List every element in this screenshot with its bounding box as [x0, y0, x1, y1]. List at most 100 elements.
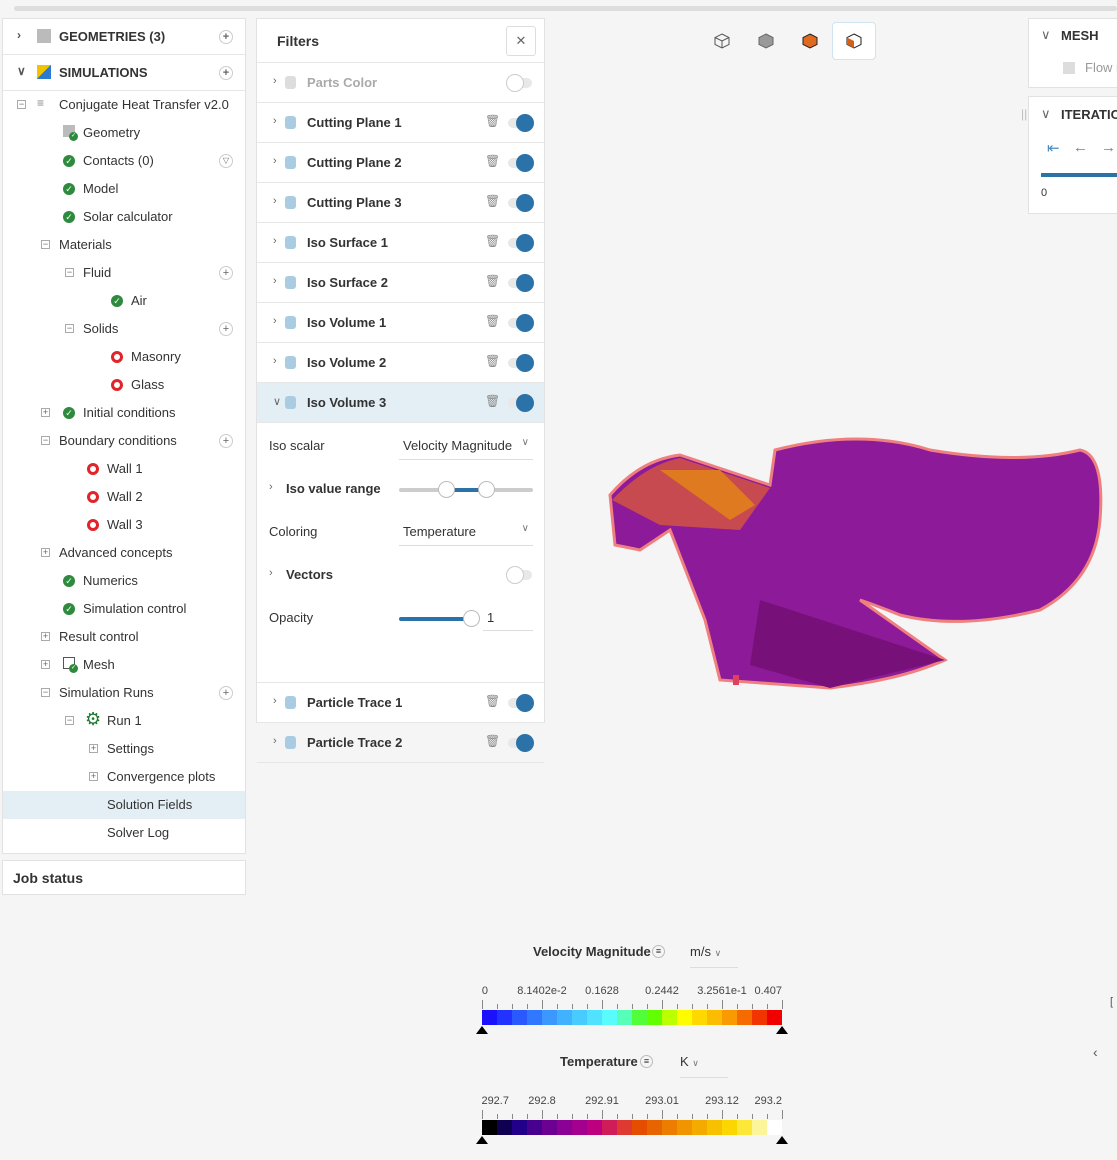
opacity-handle[interactable]	[463, 610, 480, 627]
filter-item[interactable]: › Iso Volume 2 🗑	[257, 343, 544, 383]
tree-item[interactable]: Wall 1	[3, 455, 245, 483]
iso-scalar-select[interactable]: Velocity Magnitude ∨	[399, 430, 533, 460]
collapse-icon[interactable]: −	[41, 688, 50, 697]
visibility-toggle[interactable]	[508, 734, 534, 752]
tree-item[interactable]: + ✓ Initial conditions	[3, 399, 245, 427]
filter-item[interactable]: ∨ Iso Volume 3 🗑	[257, 383, 544, 423]
filter-item[interactable]: › Iso Volume 1 🗑	[257, 303, 544, 343]
chevron-right-icon[interactable]: ›	[17, 28, 21, 42]
expand-icon[interactable]: +	[41, 408, 50, 417]
tree-item[interactable]: Wall 2	[3, 483, 245, 511]
tree-item[interactable]: + Settings	[3, 735, 245, 763]
visibility-toggle[interactable]	[508, 694, 534, 712]
tree-item[interactable]: ✓ Contacts (0) ▽	[3, 147, 245, 175]
filter-item[interactable]: › Parts Color	[257, 63, 544, 103]
filter-item[interactable]: › Particle Trace 2 🗑	[257, 723, 544, 763]
close-icon[interactable]: ✕	[506, 26, 536, 56]
add-simulation-button[interactable]: +	[219, 66, 233, 80]
3d-iso-volume-render[interactable]	[600, 430, 1110, 730]
add-button[interactable]: +	[219, 686, 233, 700]
visibility-toggle[interactable]	[506, 74, 532, 92]
trash-icon[interactable]: 🗑	[485, 394, 500, 408]
coloring-select[interactable]: Temperature ∨	[399, 516, 533, 546]
range-max-handle[interactable]	[478, 481, 496, 498]
chevron-right-icon[interactable]: ›	[269, 567, 273, 579]
trash-icon[interactable]: 🗑	[485, 154, 500, 168]
tree-item[interactable]: − Solids +	[3, 315, 245, 343]
tree-item[interactable]: − Boundary conditions +	[3, 427, 245, 455]
tree-item[interactable]: ✓ Simulation control	[3, 595, 245, 623]
opacity-input[interactable]: 1	[483, 601, 533, 631]
collapse-icon[interactable]: −	[65, 324, 74, 333]
chevron-right-icon[interactable]: ›	[273, 315, 277, 327]
first-iteration-icon[interactable]: ⇤	[1047, 139, 1060, 157]
trash-icon[interactable]: 🗑	[485, 734, 500, 748]
filter-item[interactable]: › Iso Surface 1 🗑	[257, 223, 544, 263]
chevron-right-icon[interactable]: ›	[273, 115, 277, 127]
next-iteration-icon[interactable]: →	[1101, 139, 1116, 156]
filter-item[interactable]: › Iso Surface 2 🗑	[257, 263, 544, 303]
collapse-icon[interactable]: −	[65, 716, 74, 725]
trash-icon[interactable]: 🗑	[485, 314, 500, 328]
min-handle-icon[interactable]	[476, 1026, 488, 1034]
tree-item[interactable]: − Fluid +	[3, 259, 245, 287]
collapse-icon[interactable]: −	[65, 268, 74, 277]
trash-icon[interactable]: 🗑	[485, 194, 500, 208]
collapse-icon[interactable]: −	[41, 240, 50, 249]
iso-value-range-slider[interactable]	[399, 481, 533, 498]
tree-item[interactable]: ✓ Air	[3, 287, 245, 315]
simulations-header[interactable]: ∨ SIMULATIONS +	[3, 55, 245, 91]
visibility-toggle[interactable]	[508, 234, 534, 252]
chevron-right-icon[interactable]: ›	[273, 735, 277, 747]
vectors-toggle[interactable]	[506, 566, 532, 584]
trash-icon[interactable]: 🗑	[485, 354, 500, 368]
add-button[interactable]: +	[219, 322, 233, 336]
tree-item[interactable]: Masonry	[3, 343, 245, 371]
solid-edges-view-button[interactable]	[788, 22, 832, 60]
visibility-toggle[interactable]	[508, 114, 534, 132]
tree-item[interactable]: + Convergence plots	[3, 763, 245, 791]
expand-icon[interactable]: +	[41, 632, 50, 641]
visibility-toggle[interactable]	[508, 394, 534, 412]
expand-icon[interactable]: +	[41, 548, 50, 557]
filter-item[interactable]: › Cutting Plane 2 🗑	[257, 143, 544, 183]
collapse-icon[interactable]: −	[41, 436, 50, 445]
tree-item[interactable]: ✓ Geometry	[3, 119, 245, 147]
tree-item[interactable]: Solver Log	[3, 819, 245, 847]
collapse-icon[interactable]: −	[17, 100, 26, 109]
max-handle-icon[interactable]	[776, 1026, 788, 1034]
tree-item[interactable]: − ≡ Conjugate Heat Transfer v2.0	[3, 91, 245, 119]
trash-icon[interactable]: 🗑	[485, 274, 500, 288]
filter-item[interactable]: › Cutting Plane 1 🗑	[257, 103, 544, 143]
chevron-right-icon[interactable]: ›	[273, 195, 277, 207]
mesh-item[interactable]: Flow r	[1085, 60, 1117, 75]
filter-item[interactable]: › Particle Trace 1 🗑	[257, 683, 544, 723]
filter-icon[interactable]: ▽	[219, 154, 233, 168]
chevron-down-icon[interactable]: ∨	[17, 64, 26, 78]
surface-edges-view-button[interactable]	[832, 22, 876, 60]
previous-iteration-icon[interactable]: ←	[1073, 139, 1088, 156]
chevron-down-icon[interactable]: ∨	[1041, 27, 1051, 43]
expand-icon[interactable]: +	[41, 660, 50, 669]
chevron-right-icon[interactable]: ›	[273, 695, 277, 707]
geometries-header[interactable]: › GEOMETRIES (3) +	[3, 19, 245, 55]
visibility-toggle[interactable]	[508, 314, 534, 332]
panel-edge-icon[interactable]: [	[1110, 996, 1113, 1008]
tree-item[interactable]: + ✓ Mesh	[3, 651, 245, 679]
tree-item[interactable]: + Result control	[3, 623, 245, 651]
chevron-right-icon[interactable]: ›	[269, 481, 273, 493]
visibility-toggle[interactable]	[508, 354, 534, 372]
expand-icon[interactable]: +	[89, 744, 98, 753]
filter-item[interactable]: › Cutting Plane 3 🗑	[257, 183, 544, 223]
unit-select[interactable]: m/s ∨	[690, 944, 738, 968]
chevron-left-icon[interactable]: ‹	[1093, 1044, 1098, 1060]
range-min-handle[interactable]	[437, 481, 455, 498]
trash-icon[interactable]: 🗑	[485, 234, 500, 248]
chevron-down-icon[interactable]: ∨	[1041, 106, 1051, 122]
chevron-down-icon[interactable]: ∨	[273, 395, 281, 408]
tree-item[interactable]: ✓ Model	[3, 175, 245, 203]
visibility-toggle[interactable]	[508, 274, 534, 292]
add-geometry-button[interactable]: +	[219, 30, 233, 44]
tree-item[interactable]: Glass	[3, 371, 245, 399]
tree-item[interactable]: + Advanced concepts	[3, 539, 245, 567]
